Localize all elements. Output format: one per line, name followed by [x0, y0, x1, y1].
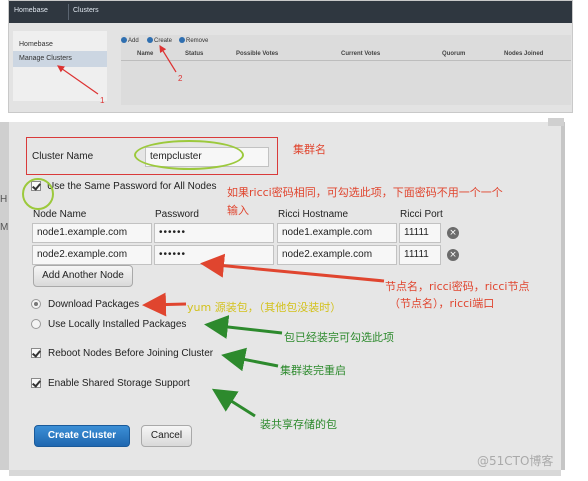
annotation-cluster-name: 集群名 [293, 143, 326, 156]
use-local-packages-radio[interactable] [31, 319, 41, 329]
annotation-same-password-line2: 输入 [227, 204, 249, 217]
shared-storage-checkbox[interactable] [31, 378, 41, 388]
marker-1: 1 [100, 96, 105, 105]
node2-port-input[interactable]: 11111 [399, 245, 441, 265]
column-current-votes[interactable]: Current Votes [341, 51, 380, 57]
node1-password-input[interactable]: •••••• [154, 223, 274, 243]
node2-remove-icon[interactable]: × [447, 249, 459, 261]
same-password-label: Use the Same Password for All Nodes [47, 181, 217, 192]
annotation-yum-source: yum 源装包，（其他包没装时） [187, 301, 342, 314]
watermark: @51CTO博客 [477, 454, 554, 468]
ricci-hostname-header: Ricci Hostname [278, 209, 349, 220]
add-button[interactable]: Add [121, 37, 139, 44]
stray-letter-h: H [0, 194, 8, 205]
download-packages-label: Download Packages [48, 299, 140, 310]
background-panel [0, 122, 9, 470]
sidebar-item-manage-clusters[interactable]: Manage Clusters [13, 51, 107, 67]
add-button-label: Add [128, 38, 139, 44]
node1-hostname-input[interactable]: node1.example.com [277, 223, 397, 243]
node1-port-input[interactable]: 11111 [399, 223, 441, 243]
download-packages-radio[interactable] [31, 299, 41, 309]
create-button[interactable]: Create [147, 37, 172, 44]
node1-remove-icon[interactable]: × [447, 227, 459, 239]
remove-icon [179, 37, 185, 43]
stray-letter-m: M [0, 222, 9, 233]
remove-button-label: Remove [186, 38, 209, 44]
node1-name-input[interactable]: node1.example.com [32, 223, 152, 243]
breadcrumb-separator [56, 4, 69, 20]
use-local-packages-label: Use Locally Installed Packages [48, 319, 187, 330]
annotation-shared-storage: 装共享存储的包 [260, 418, 337, 431]
dialog-shadow [561, 122, 565, 470]
dialog-top-edge [548, 118, 564, 126]
cluster-list-panel: Add Create Remove Name Status Possible V… [121, 35, 571, 105]
add-icon [121, 37, 127, 43]
node2-hostname-input[interactable]: node2.example.com [277, 245, 397, 265]
node2-password-input[interactable]: •••••• [154, 245, 274, 265]
column-possible-votes[interactable]: Possible Votes [236, 51, 278, 57]
add-another-node-button[interactable]: Add Another Node [33, 265, 133, 287]
column-quorum[interactable]: Quorum [442, 51, 465, 57]
create-icon [147, 37, 153, 43]
column-name[interactable]: Name [137, 51, 153, 57]
annotation-node-info-line1: 节点名，ricci密码，ricci节点 [385, 280, 530, 293]
shared-storage-label: Enable Shared Storage Support [48, 378, 190, 389]
node2-name-input[interactable]: node2.example.com [32, 245, 152, 265]
breadcrumb: Homebase Clusters [9, 1, 572, 23]
remove-button[interactable]: Remove [179, 37, 208, 44]
marker-2: 2 [178, 74, 183, 83]
node-name-header: Node Name [33, 209, 87, 220]
password-header: Password [155, 209, 199, 220]
annotation-installed: 包已经装完可勾选此项 [284, 331, 394, 344]
annotation-same-password-line1: 如果ricci密码相同，可勾选此项，下面密码不用一个一个 [227, 186, 503, 199]
breadcrumb-homebase[interactable]: Homebase [14, 7, 48, 14]
column-status[interactable]: Status [185, 51, 203, 57]
table-header: Name Status Possible Votes Current Votes… [121, 48, 571, 61]
reboot-nodes-label: Reboot Nodes Before Joining Cluster [48, 348, 214, 359]
sidebar: Homebase Manage Clusters [13, 31, 107, 101]
same-password-ring [22, 178, 54, 210]
breadcrumb-clusters[interactable]: Clusters [73, 7, 99, 14]
cancel-button[interactable]: Cancel [141, 425, 192, 447]
ricci-port-header: Ricci Port [400, 209, 443, 220]
annotation-node-info-line2: （节点名），ricci端口 [389, 297, 495, 310]
reboot-nodes-checkbox[interactable] [31, 348, 41, 358]
column-nodes-joined[interactable]: Nodes Joined [504, 51, 543, 57]
cluster-name-label: Cluster Name [32, 151, 94, 162]
annotation-reboot: 集群装完重启 [280, 364, 346, 377]
create-cluster-button[interactable]: Create Cluster [34, 425, 130, 447]
dialog-bottom-band [9, 470, 561, 476]
cluster-dashboard: Homebase Clusters Homebase Manage Cluste… [8, 0, 573, 113]
create-button-label: Create [154, 38, 173, 44]
cluster-name-ring [134, 140, 244, 170]
